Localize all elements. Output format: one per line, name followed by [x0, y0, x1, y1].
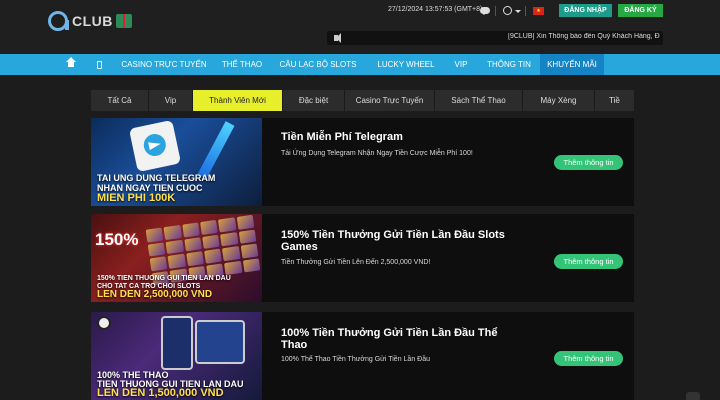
tab-vip[interactable]: Vip: [149, 90, 193, 111]
tab-sportsbook[interactable]: Sách Thể Thao: [435, 90, 523, 111]
tab-special[interactable]: Đặc biệt: [283, 90, 345, 111]
more-info-button[interactable]: Thêm thông tin: [554, 155, 623, 170]
percent-badge: 150%: [95, 230, 139, 249]
announcement-marquee: [9CLUB] Xin Thông báo đến Quý Khách Hàng…: [327, 31, 663, 45]
nav-slots[interactable]: CÂU LẠC BỘ SLOTS: [268, 54, 368, 75]
image-caption: LEN DEN 2,500,000 VND: [97, 289, 213, 300]
promo-description: Tiền Thưởng Gửi Tiền Lên Đến 2,500,000 V…: [281, 259, 431, 266]
main-nav: CASINO TRỰC TUYẾN THỂ THAO CÂU LẠC BỘ SL…: [0, 54, 720, 75]
gift-icon: [115, 14, 132, 28]
caret-down-icon[interactable]: [515, 10, 521, 16]
nav-info[interactable]: THÔNG TIN: [478, 54, 540, 75]
decorative-ribbon: [197, 121, 235, 179]
vietnam-flag-icon[interactable]: ★: [533, 7, 544, 15]
tablet-graphic: [195, 320, 245, 364]
phone-graphic: [161, 316, 193, 370]
top-header: CLUB 27/12/2024 13:57:53 (GMT+8) ★ ĐĂNG …: [0, 0, 720, 54]
tab-all[interactable]: Tất Cả: [91, 90, 149, 111]
circle-icon[interactable]: [503, 6, 512, 15]
promo-image[interactable]: 100% THE THAO TIEN THUONG GUI TIEN LAN D…: [91, 312, 262, 400]
nav-casino[interactable]: CASINO TRỰC TUYẾN: [112, 54, 216, 75]
nav-lucky-wheel[interactable]: LUCKY WHEEL: [368, 54, 444, 75]
logo-text: CLUB: [72, 13, 113, 29]
image-caption: TAI UNG DUNG TELEGRAM: [97, 173, 216, 183]
speaker-icon: [334, 33, 341, 43]
paper-plane-icon: [148, 139, 162, 151]
tab-live-casino[interactable]: Casino Trực Tuyến: [345, 90, 435, 111]
image-caption: LEN DEN 1,500,000 VND: [97, 387, 224, 399]
tab-slots[interactable]: Máy Xèng: [523, 90, 595, 111]
promo-card: TAI UNG DUNG TELEGRAM NHAN NGAY TIEN CUO…: [91, 118, 634, 206]
tab-new-member[interactable]: Thành Viên Mới: [193, 90, 283, 111]
scroll-top-icon[interactable]: [686, 392, 700, 400]
flag-star: ★: [536, 8, 541, 14]
home-icon: [65, 56, 76, 69]
register-button[interactable]: ĐĂNG KÝ: [618, 4, 663, 17]
nav-promotions[interactable]: KHUYẾN MÃI: [540, 54, 604, 75]
phone-icon: [96, 60, 102, 69]
category-tabs: Tất Cả Vip Thành Viên Mới Đặc biệt Casin…: [91, 90, 634, 111]
nav-sports[interactable]: THỂ THAO: [216, 54, 268, 75]
promo-image[interactable]: TAI UNG DUNG TELEGRAM NHAN NGAY TIEN CUO…: [91, 118, 262, 206]
chat-icon[interactable]: [480, 7, 490, 15]
telegram-phone-graphic: [128, 119, 182, 173]
promo-title: Tiền Miễn Phí Telegram: [281, 131, 403, 143]
logo-nine-icon: [48, 11, 69, 31]
telegram-icon: [141, 131, 168, 159]
promo-card: 100% THE THAO TIEN THUONG GUI TIEN LAN D…: [91, 312, 634, 400]
promo-card: 150% 150% TIEN THUONG GUI TIEN LAN DAU C…: [91, 214, 634, 302]
image-caption: MIEN PHI 100K: [97, 192, 176, 204]
promo-image[interactable]: 150% 150% TIEN THUONG GUI TIEN LAN DAU C…: [91, 214, 262, 302]
nav-vip[interactable]: VIP: [444, 54, 478, 75]
nav-mobile[interactable]: [86, 54, 112, 75]
datetime-display: 27/12/2024 13:57:53 (GMT+8): [388, 6, 483, 13]
site-logo[interactable]: CLUB: [48, 8, 138, 34]
tab-more[interactable]: Tiề: [595, 90, 634, 111]
divider: [495, 6, 496, 16]
more-info-button[interactable]: Thêm thông tin: [554, 254, 623, 269]
promo-description: Tải Ứng Dụng Telegram Nhận Ngay Tiền Cượ…: [281, 150, 473, 157]
soccer-ball-icon: [97, 316, 111, 330]
login-button[interactable]: ĐĂNG NHẬP: [559, 4, 612, 17]
nav-home[interactable]: [54, 54, 86, 75]
promo-description: 100% Thể Thao Tiền Thưởng Gửi Tiền Lần Đ…: [281, 356, 430, 363]
divider: [525, 6, 526, 16]
promo-title: 150% Tiền Thưởng Gửi Tiền Lần Đầu Slots …: [281, 229, 505, 253]
promo-title: 100% Tiền Thưởng Gửi Tiền Lần Đầu Thể Th…: [281, 327, 498, 351]
more-info-button[interactable]: Thêm thông tin: [554, 351, 623, 366]
marquee-text: [9CLUB] Xin Thông báo đến Quý Khách Hàng…: [508, 33, 660, 40]
